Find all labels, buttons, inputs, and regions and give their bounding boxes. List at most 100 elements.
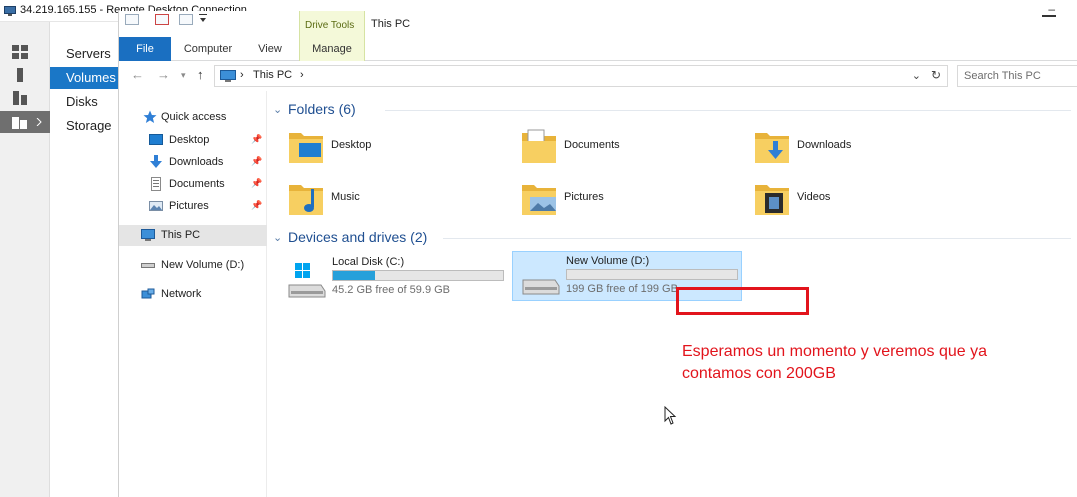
quick-access-label: Quick access [161, 111, 227, 123]
folder-downloads-icon [755, 133, 789, 163]
folder-desktop-icon [289, 133, 323, 163]
checkmark-icon[interactable] [155, 14, 169, 25]
network-icon [141, 288, 155, 299]
folder-label: Videos [797, 191, 831, 203]
this-pc-icon [220, 70, 236, 82]
local-server-icon[interactable] [12, 68, 28, 82]
drive-tools-label: Drive Tools [305, 20, 355, 31]
group-divider [443, 238, 1071, 239]
folder-videos-icon [755, 185, 789, 215]
nav-quick-access[interactable]: Quick access [119, 107, 267, 128]
downloads-label: Downloads [169, 156, 224, 168]
back-button[interactable]: ← [131, 67, 144, 82]
caption-line-2: contamos con 200GB [682, 365, 836, 382]
search-box[interactable] [957, 65, 1077, 87]
address-bar[interactable]: › This PC › ⌄ ↻ [214, 65, 948, 87]
nav-this-pc[interactable]: This PC [119, 225, 267, 246]
crumb-separator-end[interactable]: › [300, 69, 304, 81]
nav-volumes[interactable]: Volumes [50, 67, 120, 89]
nav-downloads[interactable]: Downloads 📌 [119, 152, 267, 173]
pin-icon[interactable]: 📌 [251, 200, 262, 211]
tab-view[interactable]: View [249, 37, 291, 61]
folder-label: Downloads [797, 139, 852, 151]
nav-documents[interactable]: Documents 📌 [119, 174, 267, 195]
star-icon [143, 110, 157, 123]
drive-icon [522, 279, 560, 295]
folder-music-icon [289, 185, 323, 215]
address-row: ← → ▾ ↑ › This PC › ⌄ ↻ [119, 63, 1077, 89]
drive-free-space: 45.2 GB free of 59.9 GB [332, 284, 451, 296]
documents-label: Documents [169, 178, 225, 190]
search-input[interactable] [958, 66, 1077, 86]
drive-name: Local Disk (C:) [332, 256, 405, 268]
folder-documents[interactable]: Documents [502, 127, 702, 171]
ribbon-tabs: File Computer View Manage [119, 37, 1077, 61]
annotation-caption: Esperamos un momento y veremos que ya co… [682, 341, 1077, 385]
this-pc-icon [141, 229, 155, 241]
folder-label: Pictures [564, 191, 604, 203]
drives-group-label: Devices and drives (2) [288, 229, 428, 245]
crumb-this-pc[interactable]: This PC [253, 69, 292, 81]
refresh-icon[interactable]: ↻ [931, 68, 941, 82]
nav-servers[interactable]: Servers [50, 43, 120, 65]
folders-group-header[interactable]: ⌄ Folders (6) [271, 101, 1071, 119]
new-volume-label: New Volume (D:) [161, 259, 245, 271]
tab-file[interactable]: File [119, 37, 171, 61]
folder-music[interactable]: Music [269, 179, 469, 223]
file-explorer-window: Drive Tools This PC File Computer View M… [118, 11, 1077, 497]
collapse-chevron-icon[interactable]: ⌄ [273, 231, 282, 244]
pin-icon[interactable]: 📌 [251, 156, 262, 167]
properties-icon[interactable] [125, 14, 139, 25]
all-servers-icon[interactable] [12, 91, 28, 105]
nav-desktop[interactable]: Desktop 📌 [119, 130, 267, 151]
caption-line-1: Esperamos un momento y veremos que ya [682, 343, 988, 360]
remote-desktop-icon [4, 6, 16, 16]
nav-storage[interactable]: Storage [50, 115, 120, 137]
folder-documents-icon [522, 129, 556, 163]
window-title: This PC [371, 18, 411, 30]
drive-tools-context-tab: Drive Tools [299, 11, 365, 37]
nav-network[interactable]: Network [119, 284, 267, 305]
folder-videos[interactable]: Videos [735, 179, 935, 223]
address-dropdown-icon[interactable]: ⌄ [912, 69, 921, 82]
folders-group-label: Folders (6) [288, 101, 356, 117]
download-arrow-icon [150, 155, 162, 168]
tab-manage[interactable]: Manage [299, 37, 365, 61]
desktop-label: Desktop [169, 134, 210, 146]
windows-drive-icon [288, 263, 326, 298]
drive-name: New Volume (D:) [566, 255, 650, 267]
drive-icon [141, 263, 155, 268]
folder-label: Desktop [331, 139, 372, 151]
folder-downloads[interactable]: Downloads [735, 127, 935, 171]
this-pc-label: This PC [161, 229, 201, 241]
server-manager-nav: Servers Volumes Disks Storage [50, 22, 120, 497]
new-folder-icon[interactable] [179, 14, 193, 25]
drive-free-space: 199 GB free of 199 GB [566, 283, 678, 295]
chevron-right-icon [36, 118, 42, 126]
collapse-chevron-icon[interactable]: ⌄ [273, 103, 282, 116]
drive-c[interactable]: Local Disk (C:) 45.2 GB free of 59.9 GB [279, 253, 509, 303]
nav-pictures[interactable]: Pictures 📌 [119, 196, 267, 217]
forward-button[interactable]: → [157, 67, 170, 82]
document-icon [151, 177, 161, 191]
recent-locations-chevron-icon[interactable]: ▾ [181, 70, 186, 81]
pin-icon[interactable]: 📌 [251, 178, 262, 189]
folder-desktop[interactable]: Desktop [269, 127, 469, 171]
folder-label: Music [331, 191, 360, 203]
customize-toolbar-icon[interactable] [199, 14, 207, 24]
highlight-box [676, 287, 809, 315]
dashboard-icon[interactable] [12, 45, 28, 59]
folder-pictures[interactable]: Pictures [502, 179, 702, 223]
nav-disks[interactable]: Disks [50, 91, 120, 113]
minimize-window-icon[interactable] [1042, 15, 1056, 17]
nav-new-volume[interactable]: New Volume (D:) [119, 255, 267, 276]
tab-computer[interactable]: Computer [177, 37, 239, 61]
navigation-pane: Quick access Desktop 📌 Downloads 📌 Docum… [119, 91, 267, 497]
desktop-icon [149, 134, 163, 145]
file-storage-services-item[interactable] [0, 111, 50, 133]
pin-icon[interactable]: 📌 [251, 134, 262, 145]
server-manager-rail [0, 22, 50, 497]
up-button[interactable]: ↑ [197, 67, 204, 82]
mouse-cursor-icon [664, 406, 677, 425]
drives-group-header[interactable]: ⌄ Devices and drives (2) [271, 229, 1071, 247]
